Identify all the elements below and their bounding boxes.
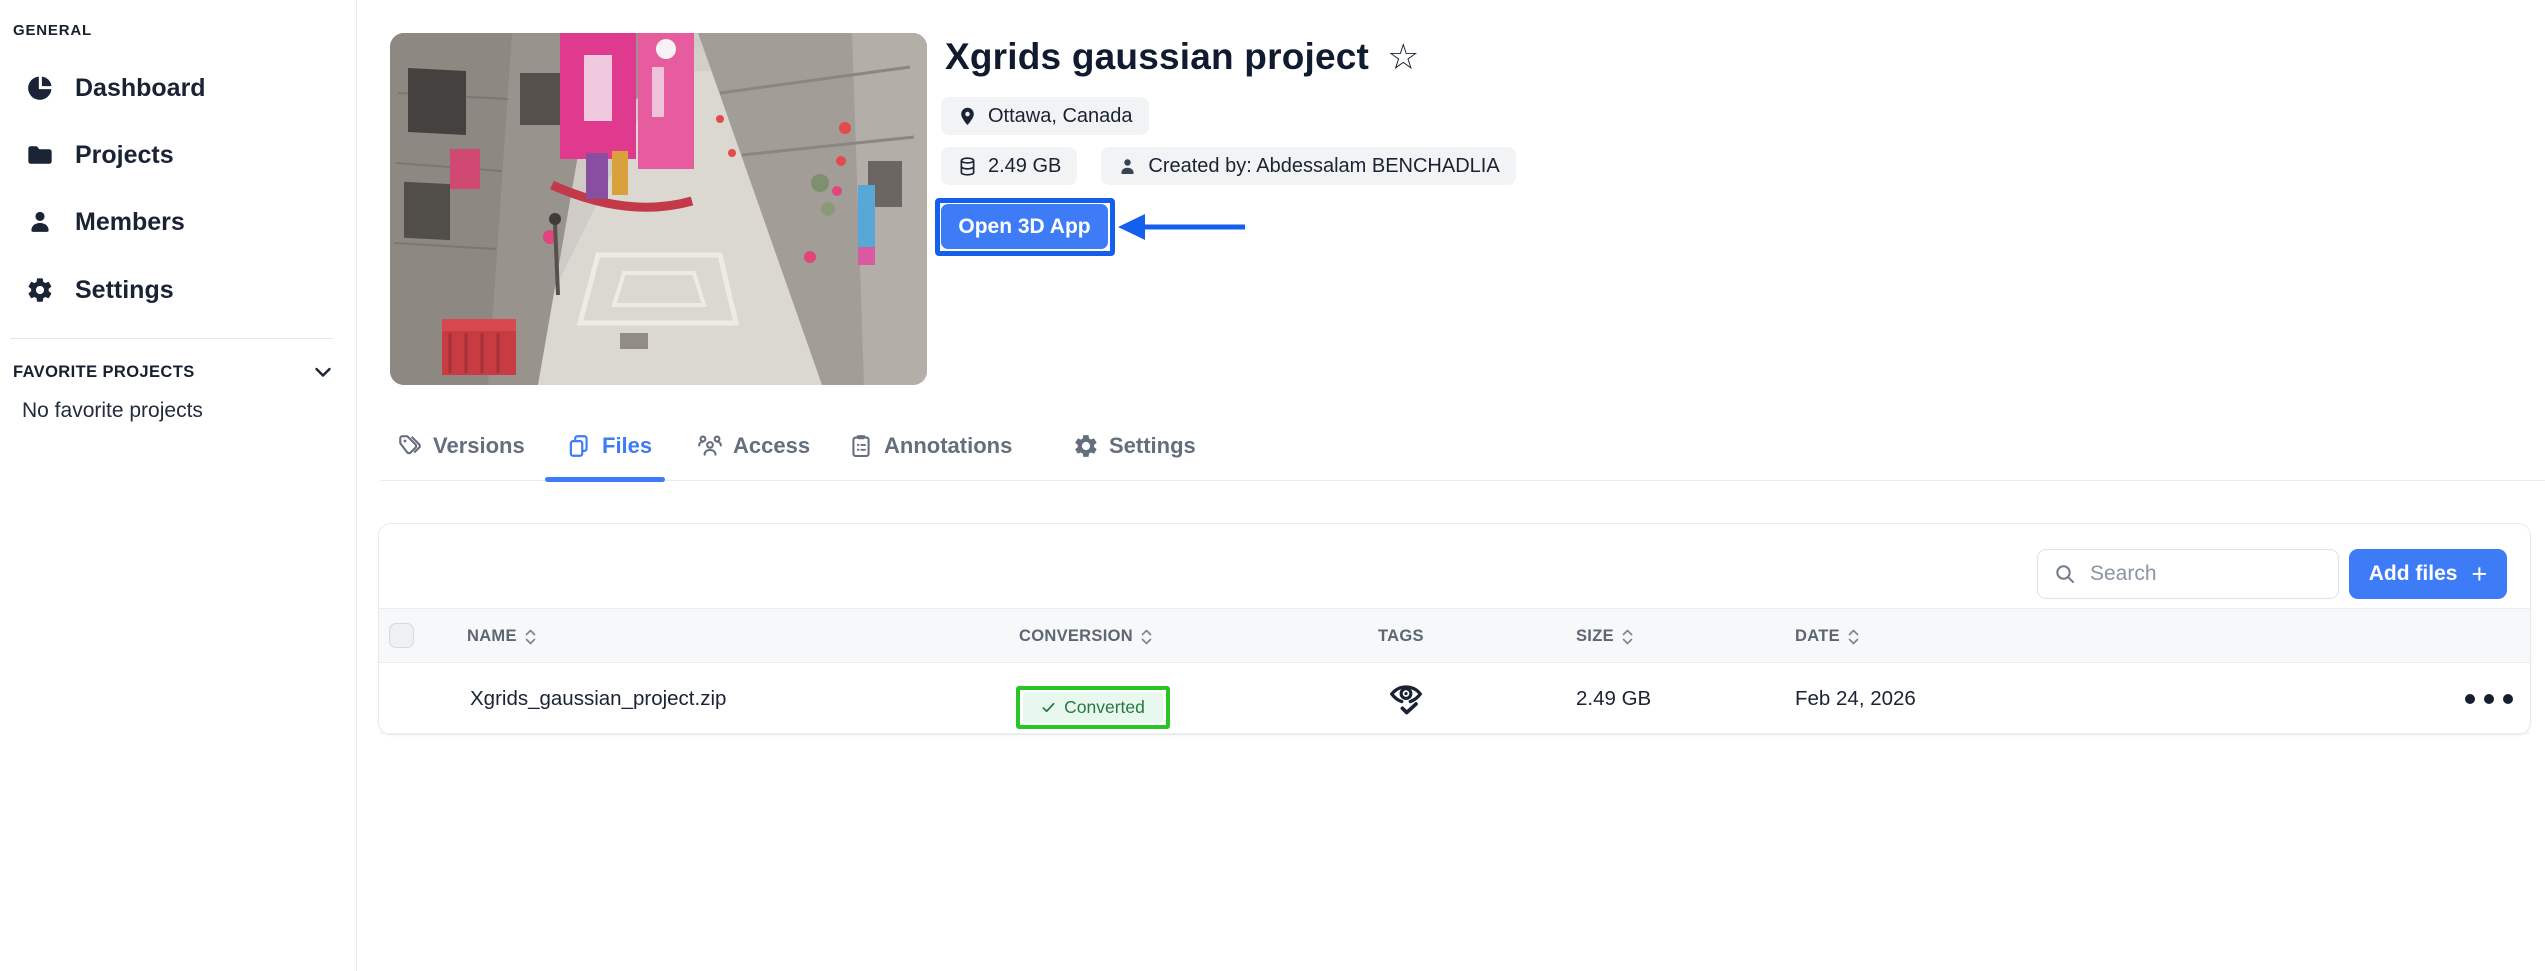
sidebar-item-settings[interactable]: Settings xyxy=(26,268,174,312)
tab-label: Annotations xyxy=(884,433,1012,459)
sort-icon xyxy=(1621,628,1634,646)
tab-files[interactable]: Files xyxy=(566,427,652,465)
sidebar-item-projects[interactable]: Projects xyxy=(26,133,174,177)
active-tab-indicator xyxy=(545,477,665,482)
location-badge: Ottawa, Canada xyxy=(941,97,1149,135)
file-size: 2.49 GB xyxy=(1576,663,1651,734)
copy-icon xyxy=(566,433,592,459)
database-icon xyxy=(957,156,978,177)
search-box xyxy=(2037,549,2339,599)
sidebar: GENERAL Dashboard Projects Members xyxy=(0,0,357,971)
folder-icon xyxy=(26,141,54,169)
table-header: NAME CONVERSION TAGS SIZE xyxy=(379,608,2530,663)
person-icon xyxy=(26,208,54,236)
tab-access[interactable]: Access xyxy=(697,427,810,465)
sidebar-item-dashboard[interactable]: Dashboard xyxy=(26,66,206,110)
gear-icon xyxy=(1073,433,1099,459)
tab-label: Versions xyxy=(433,433,525,459)
people-icon xyxy=(697,433,723,459)
column-header-name[interactable]: NAME xyxy=(467,609,537,664)
size-text: 2.49 GB xyxy=(988,155,1061,178)
tab-label: Access xyxy=(733,433,810,459)
pie-chart-icon xyxy=(26,74,54,102)
file-date: Feb 24, 2026 xyxy=(1795,663,1916,734)
eye-check-icon[interactable] xyxy=(1387,679,1425,719)
favorite-projects-header[interactable]: FAVORITE PROJECTS xyxy=(13,360,335,384)
clipboard-icon xyxy=(848,433,874,459)
plus-icon: + xyxy=(2471,561,2487,588)
tab-label: Files xyxy=(602,433,652,459)
sidebar-item-label: Members xyxy=(75,208,185,237)
table-row[interactable]: Xgrids_gaussian_project.zip Converted 2.… xyxy=(379,663,2530,734)
tag-icon xyxy=(397,433,423,459)
location-text: Ottawa, Canada xyxy=(988,105,1133,128)
project-meta-row-1: Ottawa, Canada xyxy=(941,97,1149,135)
sidebar-divider xyxy=(10,338,333,339)
conversion-status-badge: Converted xyxy=(1023,692,1163,723)
tab-settings[interactable]: Settings xyxy=(1073,427,1196,465)
chevron-down-icon xyxy=(311,360,335,384)
project-title-row: Xgrids gaussian project ☆ xyxy=(945,36,1419,78)
column-header-conversion[interactable]: CONVERSION xyxy=(1019,609,1153,664)
tabs-divider xyxy=(380,480,2545,481)
gear-icon xyxy=(26,276,54,304)
select-all-checkbox[interactable] xyxy=(389,623,414,648)
file-name: Xgrids_gaussian_project.zip xyxy=(470,663,726,734)
ellipsis-dot xyxy=(2465,694,2475,704)
sidebar-item-members[interactable]: Members xyxy=(26,200,185,244)
column-header-date[interactable]: DATE xyxy=(1795,609,1860,664)
tab-annotations[interactable]: Annotations xyxy=(848,427,1012,465)
size-badge: 2.49 GB xyxy=(941,147,1077,185)
check-icon xyxy=(1041,700,1056,715)
ellipsis-dot xyxy=(2484,694,2494,704)
sort-icon xyxy=(1140,628,1153,646)
open-3d-app-button[interactable]: Open 3D App xyxy=(941,204,1108,249)
search-icon xyxy=(2053,562,2077,586)
person-icon xyxy=(1117,156,1138,177)
column-header-tags: TAGS xyxy=(1378,609,1424,664)
sidebar-item-label: Settings xyxy=(75,276,174,305)
street-scene-image xyxy=(390,33,927,385)
ellipsis-dot xyxy=(2503,694,2513,704)
location-pin-icon xyxy=(957,106,978,127)
creator-text: Created by: Abdessalam BENCHADLIA xyxy=(1148,155,1499,178)
add-files-button[interactable]: Add files + xyxy=(2349,549,2507,599)
conversion-status-text: Converted xyxy=(1064,697,1145,718)
app-window: GENERAL Dashboard Projects Members xyxy=(0,0,2545,971)
creator-badge: Created by: Abdessalam BENCHADLIA xyxy=(1101,147,1515,185)
add-files-label: Add files xyxy=(2369,562,2458,586)
sidebar-item-label: Dashboard xyxy=(75,74,206,103)
favorite-projects-label: FAVORITE PROJECTS xyxy=(13,363,195,382)
annotation-arrow-icon xyxy=(1117,211,1247,243)
column-header-size[interactable]: SIZE xyxy=(1576,609,1634,664)
sort-icon xyxy=(1847,628,1860,646)
row-actions-menu[interactable] xyxy=(2465,663,2513,734)
tab-label: Settings xyxy=(1109,433,1196,459)
sidebar-item-label: Projects xyxy=(75,141,174,170)
search-input[interactable] xyxy=(2090,562,2323,586)
page-title: Xgrids gaussian project xyxy=(945,36,1369,78)
favorite-star-icon[interactable]: ☆ xyxy=(1387,39,1419,75)
files-panel: Add files + NAME CONVERSION TAGS SIZ xyxy=(378,523,2531,735)
project-meta-row-2: 2.49 GB Created by: Abdessalam BENCHADLI… xyxy=(941,147,1516,185)
project-thumbnail[interactable] xyxy=(390,33,927,385)
tab-versions[interactable]: Versions xyxy=(397,427,525,465)
sort-icon xyxy=(524,628,537,646)
sidebar-section-general: GENERAL xyxy=(13,22,92,39)
favorites-empty-text: No favorite projects xyxy=(22,399,203,423)
